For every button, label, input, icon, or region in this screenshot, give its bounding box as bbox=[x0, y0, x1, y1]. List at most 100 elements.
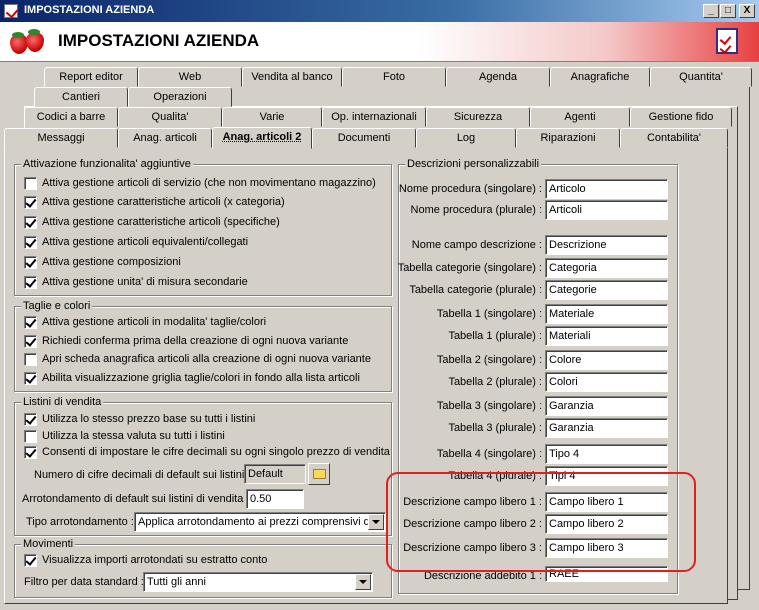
tab-anag-articoli[interactable]: Anag. articoli bbox=[118, 128, 212, 148]
desc-label: Tabella categorie (singolare) : bbox=[397, 262, 542, 274]
tab-anag-articoli-2[interactable]: Anag. articoli 2 bbox=[212, 127, 312, 149]
checkbox[interactable] bbox=[24, 413, 37, 426]
arrotondamento-label: Arrotondamento di default sui listini di… bbox=[22, 493, 250, 505]
desc-label: Tabella 3 (plurale) : bbox=[448, 422, 542, 434]
tipo-arrotondamento-label: Tipo arrotondamento : bbox=[26, 516, 134, 528]
check-label: Apri scheda anagrafica articoli alla cre… bbox=[42, 353, 371, 365]
checkbox[interactable] bbox=[24, 372, 37, 385]
desc-field[interactable]: Garanzia bbox=[545, 396, 668, 416]
desc-field[interactable]: Descrizione bbox=[545, 235, 668, 255]
checkbox[interactable] bbox=[24, 236, 37, 249]
checkbox[interactable] bbox=[24, 196, 37, 209]
check-label: Attiva gestione articoli in modalita' ta… bbox=[42, 316, 267, 328]
desc-field[interactable]: Materiali bbox=[545, 326, 668, 346]
desc-field[interactable]: Garanzia bbox=[545, 418, 668, 438]
tab-vendita-al-banco[interactable]: Vendita al banco bbox=[242, 67, 342, 87]
tipo-arrotondamento-value: Applica arrotondamento ai prezzi compren… bbox=[138, 516, 378, 528]
check-caratteristiche-categoria[interactable]: Attiva gestione caratteristiche articoli… bbox=[24, 195, 384, 211]
check-stesso-prezzo-base[interactable]: Utilizza lo stesso prezzo base su tutti … bbox=[24, 412, 384, 428]
tab-gestione-fido[interactable]: Gestione fido bbox=[630, 107, 732, 127]
checkbox[interactable] bbox=[24, 446, 37, 459]
check-caratteristiche-specifiche[interactable]: Attiva gestione caratteristiche articoli… bbox=[24, 215, 384, 231]
desc-field[interactable]: Articoli bbox=[545, 200, 668, 220]
attivazione-title: Attivazione funzionalita' aggiuntive bbox=[21, 158, 193, 170]
tab-agenda[interactable]: Agenda bbox=[446, 67, 550, 87]
desc-label: Tabella 4 (singolare) : bbox=[436, 448, 542, 460]
tab-op-internazionali[interactable]: Op. internazionali bbox=[322, 107, 426, 127]
app-icon bbox=[4, 4, 18, 18]
check-articoli-servizio[interactable]: Attiva gestione articoli di servizio (ch… bbox=[24, 176, 384, 192]
tab-web[interactable]: Web bbox=[138, 67, 242, 87]
check-unita-misura-secondarie[interactable]: Attiva gestione unita' di misura seconda… bbox=[24, 275, 384, 291]
desc-label: Nome procedura (plurale) : bbox=[410, 204, 542, 216]
arrotondamento-field[interactable]: 0.50 bbox=[246, 489, 304, 509]
strawberry-logo-icon bbox=[8, 28, 48, 56]
desc-label: Tabella 3 (singolare) : bbox=[436, 400, 542, 412]
tab-varie[interactable]: Varie bbox=[222, 107, 322, 127]
checkbox[interactable] bbox=[24, 353, 37, 366]
tab-codici-a-barre[interactable]: Codici a barre bbox=[24, 107, 118, 127]
check-conferma-variante[interactable]: Richiedi conferma prima della creazione … bbox=[24, 334, 384, 350]
chevron-down-icon[interactable] bbox=[355, 574, 371, 590]
desc-field[interactable]: Colori bbox=[545, 372, 668, 392]
chevron-down-icon[interactable] bbox=[368, 514, 384, 530]
desc-field[interactable]: Categoria bbox=[545, 258, 668, 278]
tab-contabilita[interactable]: Contabilita' bbox=[620, 128, 728, 148]
desc-field[interactable]: Articolo bbox=[545, 179, 668, 199]
tab-documenti[interactable]: Documenti bbox=[312, 128, 416, 148]
checkbox[interactable] bbox=[24, 335, 37, 348]
folder-icon bbox=[313, 469, 326, 479]
decimali-field[interactable]: Default bbox=[244, 464, 306, 484]
check-taglie-colori[interactable]: Attiva gestione articoli in modalita' ta… bbox=[24, 315, 384, 331]
checkbox[interactable] bbox=[24, 276, 37, 289]
desc-field[interactable]: Colore bbox=[545, 350, 668, 370]
check-griglia-taglie[interactable]: Abilita visualizzazione griglia taglie/c… bbox=[24, 371, 384, 387]
taglie-title: Taglie e colori bbox=[21, 300, 93, 312]
desc-field[interactable]: Categorie bbox=[545, 280, 668, 300]
checkbox[interactable] bbox=[24, 177, 37, 190]
listini-title: Listini di vendita bbox=[21, 396, 104, 408]
tab-sicurezza[interactable]: Sicurezza bbox=[426, 107, 530, 127]
check-importi-arrotondati[interactable]: Visualizza importi arrotondati su estrat… bbox=[24, 553, 384, 569]
check-label: Attiva gestione caratteristiche articoli… bbox=[42, 196, 285, 208]
tipo-arrotondamento-select[interactable]: Applica arrotondamento ai prezzi compren… bbox=[134, 512, 386, 532]
checkbox[interactable] bbox=[24, 430, 37, 443]
tab-riparazioni[interactable]: Riparazioni bbox=[516, 128, 620, 148]
tab-quantita[interactable]: Quantita' bbox=[650, 67, 752, 87]
movimenti-title: Movimenti bbox=[21, 538, 76, 550]
check-apri-scheda[interactable]: Apri scheda anagrafica articoli alla cre… bbox=[24, 352, 384, 368]
tab-anagrafiche[interactable]: Anagrafiche bbox=[550, 67, 650, 87]
checkbox[interactable] bbox=[24, 316, 37, 329]
check-stessa-valuta[interactable]: Utilizza la stessa valuta su tutti i lis… bbox=[24, 429, 384, 445]
tab-operazioni[interactable]: Operazioni bbox=[128, 87, 232, 107]
check-label: Visualizza importi arrotondati su estrat… bbox=[42, 554, 268, 566]
check-label: Richiedi conferma prima della creazione … bbox=[42, 335, 349, 347]
desc-label: Tabella categorie (plurale) : bbox=[409, 284, 542, 296]
maximize-button[interactable]: □ bbox=[720, 4, 736, 18]
check-composizioni[interactable]: Attiva gestione composizioni bbox=[24, 255, 384, 271]
browse-button[interactable] bbox=[308, 463, 330, 485]
check-articoli-equivalenti[interactable]: Attiva gestione articoli equivalenti/col… bbox=[24, 235, 384, 251]
desc-field[interactable]: Tipo 4 bbox=[545, 444, 668, 464]
tab-report-editor[interactable]: Report editor bbox=[44, 67, 138, 87]
checklist-icon bbox=[716, 28, 738, 54]
filtro-value: Tutti gli anni bbox=[147, 576, 206, 588]
tab-foto[interactable]: Foto bbox=[342, 67, 446, 87]
filtro-select[interactable]: Tutti gli anni bbox=[143, 572, 373, 592]
check-label: Attiva gestione composizioni bbox=[42, 256, 181, 268]
tab-messaggi[interactable]: Messaggi bbox=[4, 128, 118, 148]
tab-cantieri[interactable]: Cantieri bbox=[34, 87, 128, 107]
desc-field[interactable]: Materiale bbox=[545, 304, 668, 324]
checkbox[interactable] bbox=[24, 554, 37, 567]
desc-label: Tabella 1 (plurale) : bbox=[448, 330, 542, 342]
tab-anag-articoli-2-label: Anag. articoli 2 bbox=[222, 131, 302, 143]
check-cifre-decimali-prezzo[interactable]: Consenti di impostare le cifre decimali … bbox=[24, 445, 390, 461]
tab-log[interactable]: Log bbox=[416, 128, 516, 148]
tab-qualita[interactable]: Qualita' bbox=[118, 107, 222, 127]
checkbox[interactable] bbox=[24, 256, 37, 269]
tab-agenti[interactable]: Agenti bbox=[530, 107, 630, 127]
title-bar[interactable]: IMPOSTAZIONI AZIENDA _ □ X bbox=[0, 0, 759, 22]
minimize-button[interactable]: _ bbox=[703, 4, 719, 18]
close-button[interactable]: X bbox=[739, 4, 755, 18]
checkbox[interactable] bbox=[24, 216, 37, 229]
